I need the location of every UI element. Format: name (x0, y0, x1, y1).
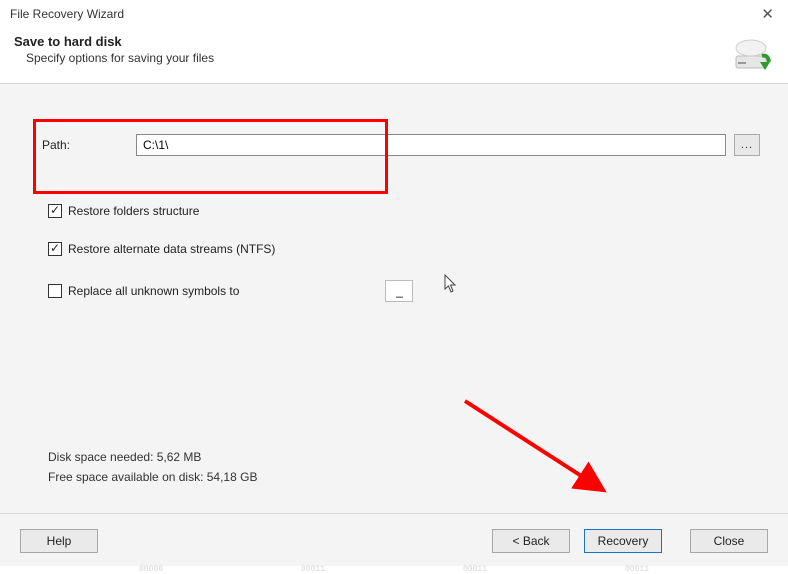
header-title: Save to hard disk (14, 34, 774, 49)
annotation-highlight-rect (33, 119, 388, 194)
replace-symbols-input[interactable] (385, 280, 413, 302)
option-restore-folders: Restore folders structure (28, 204, 760, 218)
recovery-button[interactable]: Recovery (584, 529, 662, 553)
button-bar: Help < Back Recovery Close (0, 516, 788, 566)
back-button[interactable]: < Back (492, 529, 570, 553)
hard-disk-icon (732, 32, 774, 77)
restore-folders-label[interactable]: Restore folders structure (68, 204, 199, 218)
path-label: Path: (28, 138, 128, 152)
close-button[interactable]: Close (690, 529, 768, 553)
replace-symbols-label[interactable]: Replace all unknown symbols to (68, 284, 239, 298)
help-button[interactable]: Help (20, 529, 98, 553)
disk-info: Disk space needed: 5,62 MB Free space av… (48, 450, 257, 490)
browse-button[interactable]: ... (734, 134, 760, 156)
free-space-available: Free space available on disk: 54,18 GB (48, 470, 257, 484)
restore-folders-checkbox[interactable] (48, 204, 62, 218)
path-row: Path: ... (28, 134, 760, 156)
disk-space-needed: Disk space needed: 5,62 MB (48, 450, 257, 464)
window-title: File Recovery Wizard (10, 7, 124, 21)
titlebar: File Recovery Wizard ✕ (0, 0, 788, 28)
path-input[interactable] (136, 134, 726, 156)
restore-ads-label[interactable]: Restore alternate data streams (NTFS) (68, 242, 275, 256)
header-subtitle: Specify options for saving your files (14, 51, 774, 65)
close-icon[interactable]: ✕ (753, 3, 782, 25)
option-replace-symbols: Replace all unknown symbols to (28, 280, 760, 302)
wizard-header: Save to hard disk Specify options for sa… (0, 28, 788, 84)
annotation-red-arrow (460, 396, 620, 496)
option-restore-ads: Restore alternate data streams (NTFS) (28, 242, 760, 256)
button-separator (0, 513, 788, 514)
wizard-content: Path: ... Restore folders structure Rest… (0, 84, 788, 566)
background-artifact: 00000000110001100011 (70, 565, 718, 574)
replace-symbols-checkbox[interactable] (48, 284, 62, 298)
restore-ads-checkbox[interactable] (48, 242, 62, 256)
